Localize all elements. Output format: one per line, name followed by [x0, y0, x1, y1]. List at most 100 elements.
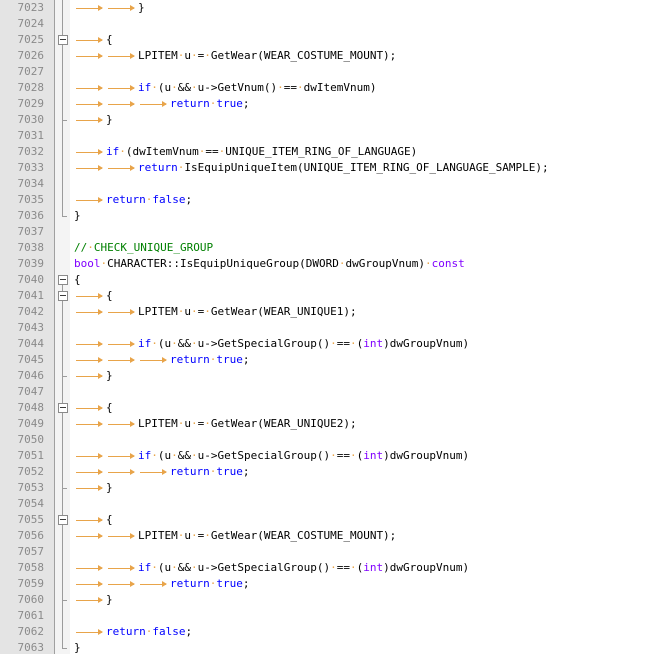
code-line[interactable]: 7034: [0, 176, 672, 192]
code-line[interactable]: 7027: [0, 64, 672, 80]
code-line[interactable]: 7051 if·(u·&&·u->GetSpecialGroup()·==·(in…: [0, 448, 672, 464]
line-number: 7046: [17, 369, 45, 382]
code-line[interactable]: 7035 return·false;: [0, 192, 672, 208]
code-line[interactable]: 7059 return·true;: [0, 576, 672, 592]
code-text: {: [74, 512, 113, 528]
code-line[interactable]: 7047: [0, 384, 672, 400]
code-line[interactable]: 7042 LPITEM·u·=·GetWear(WEAR_UNIQUE1);: [0, 304, 672, 320]
code-line[interactable]: 7044 if·(u·&&·u->GetSpecialGroup()·==·(in…: [0, 336, 672, 352]
space-marker: ·: [191, 337, 198, 350]
code-line[interactable]: 7030}: [0, 112, 672, 128]
code-text: return·false;: [74, 192, 192, 208]
code-line[interactable]: 7060}: [0, 592, 672, 608]
fold-collapse-icon[interactable]: [56, 272, 69, 288]
code-line[interactable]: 7026 LPITEM·u·=·GetWear(WEAR_COSTUME_MOUN…: [0, 48, 672, 64]
code-line[interactable]: 7057: [0, 544, 672, 560]
space-marker: ·: [151, 449, 158, 462]
fold-collapse-icon[interactable]: [56, 512, 69, 528]
code-line[interactable]: 7032 if·(dwItemVnum·==·UNIQUE_ITEM_RING_O…: [0, 144, 672, 160]
line-number: 7029: [17, 97, 45, 110]
code-line[interactable]: 7024: [0, 16, 672, 32]
line-number: 7059: [17, 577, 45, 590]
code-line[interactable]: 7053}: [0, 480, 672, 496]
tab-arrow-icon: [106, 576, 138, 592]
space-marker: ·: [330, 337, 337, 350]
tab-arrow-icon: [106, 0, 138, 16]
tab-arrow-icon: [74, 160, 106, 176]
code-text: LPITEM·u·=·GetWear(WEAR_UNIQUE1);: [74, 304, 357, 320]
code-line[interactable]: 7038 //·CHECK_UNIQUE_GROUP: [0, 240, 672, 256]
code-line[interactable]: 7045 return·true;: [0, 352, 672, 368]
tab-arrow-icon: [106, 528, 138, 544]
code-text: }: [74, 592, 113, 608]
code-text: LPITEM·u·=·GetWear(WEAR_COSTUME_MOUNT);: [74, 48, 396, 64]
fold-line: [56, 0, 69, 16]
line-number: 7024: [17, 17, 45, 30]
fold-line: [56, 16, 69, 32]
tab-arrow-icon: [138, 576, 170, 592]
code-line[interactable]: 7058 if·(u·&&·u->GetSpecialGroup()·==·(in…: [0, 560, 672, 576]
code-line[interactable]: 7055 {: [0, 512, 672, 528]
tab-arrow-icon: [106, 560, 138, 576]
line-number: 7051: [17, 449, 45, 462]
code-line[interactable]: 7028 if·(u·&&·u->GetVnum()·==·dwItemVnum): [0, 80, 672, 96]
fold-empty: [56, 256, 69, 272]
code-line[interactable]: 7043: [0, 320, 672, 336]
line-number: 7027: [17, 65, 45, 78]
space-marker: ·: [191, 449, 198, 462]
code-line[interactable]: 7056 LPITEM·u·=·GetWear(WEAR_COSTUME_MOUN…: [0, 528, 672, 544]
code-line[interactable]: 7036}: [0, 208, 672, 224]
code-line[interactable]: 7046}: [0, 368, 672, 384]
code-line[interactable]: 7041 {: [0, 288, 672, 304]
code-line[interactable]: 7025 {: [0, 32, 672, 48]
tab-arrow-icon: [106, 416, 138, 432]
code-line[interactable]: 7050: [0, 432, 672, 448]
code-line[interactable]: 7049 LPITEM·u·=·GetWear(WEAR_UNIQUE2);: [0, 416, 672, 432]
code-line[interactable]: 7054: [0, 496, 672, 512]
space-marker: ·: [349, 337, 357, 350]
code-line[interactable]: 7061: [0, 608, 672, 624]
fold-collapse-icon[interactable]: [56, 32, 69, 48]
line-number: 7039: [17, 257, 45, 270]
line-number: 7056: [17, 529, 45, 542]
code-line[interactable]: 7040 {: [0, 272, 672, 288]
code-line[interactable]: 7048 {: [0, 400, 672, 416]
code-line[interactable]: 7029 return·true;: [0, 96, 672, 112]
tab-arrow-icon: [74, 288, 106, 304]
code-line[interactable]: 7037: [0, 224, 672, 240]
tab-arrow-icon: [74, 576, 106, 592]
code-line[interactable]: 7039 bool·CHARACTER::IsEquipUniqueGroup(D…: [0, 256, 672, 272]
fold-line: [56, 80, 69, 96]
code-text: return·true;: [74, 576, 250, 592]
code-line[interactable]: 7031: [0, 128, 672, 144]
code-text: }: [74, 112, 113, 128]
code-line[interactable]: 7023}: [0, 0, 672, 16]
space-marker: ·: [425, 257, 432, 270]
tab-arrow-icon: [106, 48, 138, 64]
code-text: {: [74, 273, 81, 286]
tab-arrow-icon: [74, 416, 106, 432]
fold-line: [56, 352, 69, 368]
code-line[interactable]: 7033 return·IsEquipUniqueItem(UNIQUE_ITEM…: [0, 160, 672, 176]
code-editor[interactable]: 7023} 7024 7025{7026 LPITEM·u·=·GetWear(WEA…: [0, 0, 672, 654]
fold-line: [56, 320, 69, 336]
fold-line: [56, 192, 69, 208]
code-line[interactable]: 7052 return·true;: [0, 464, 672, 480]
line-number: 7043: [17, 321, 45, 334]
tab-arrow-icon: [106, 336, 138, 352]
tab-arrow-icon: [106, 160, 138, 176]
line-number: 7062: [17, 625, 45, 638]
tab-arrow-icon: [74, 448, 106, 464]
tab-arrow-icon: [74, 624, 106, 640]
line-number: 7038: [17, 241, 45, 254]
line-number: 7025: [17, 33, 45, 46]
fold-collapse-icon[interactable]: [56, 400, 69, 416]
fold-collapse-icon[interactable]: [56, 288, 69, 304]
code-text: if·(u·&&·u->GetSpecialGroup()·==·(int)dw…: [74, 448, 469, 464]
space-marker: ·: [296, 81, 304, 94]
tab-arrow-icon: [74, 112, 106, 128]
code-line[interactable]: 7062 return·false;: [0, 624, 672, 640]
tab-arrow-icon: [74, 304, 106, 320]
tab-arrow-icon: [74, 80, 106, 96]
tab-arrow-icon: [106, 352, 138, 368]
